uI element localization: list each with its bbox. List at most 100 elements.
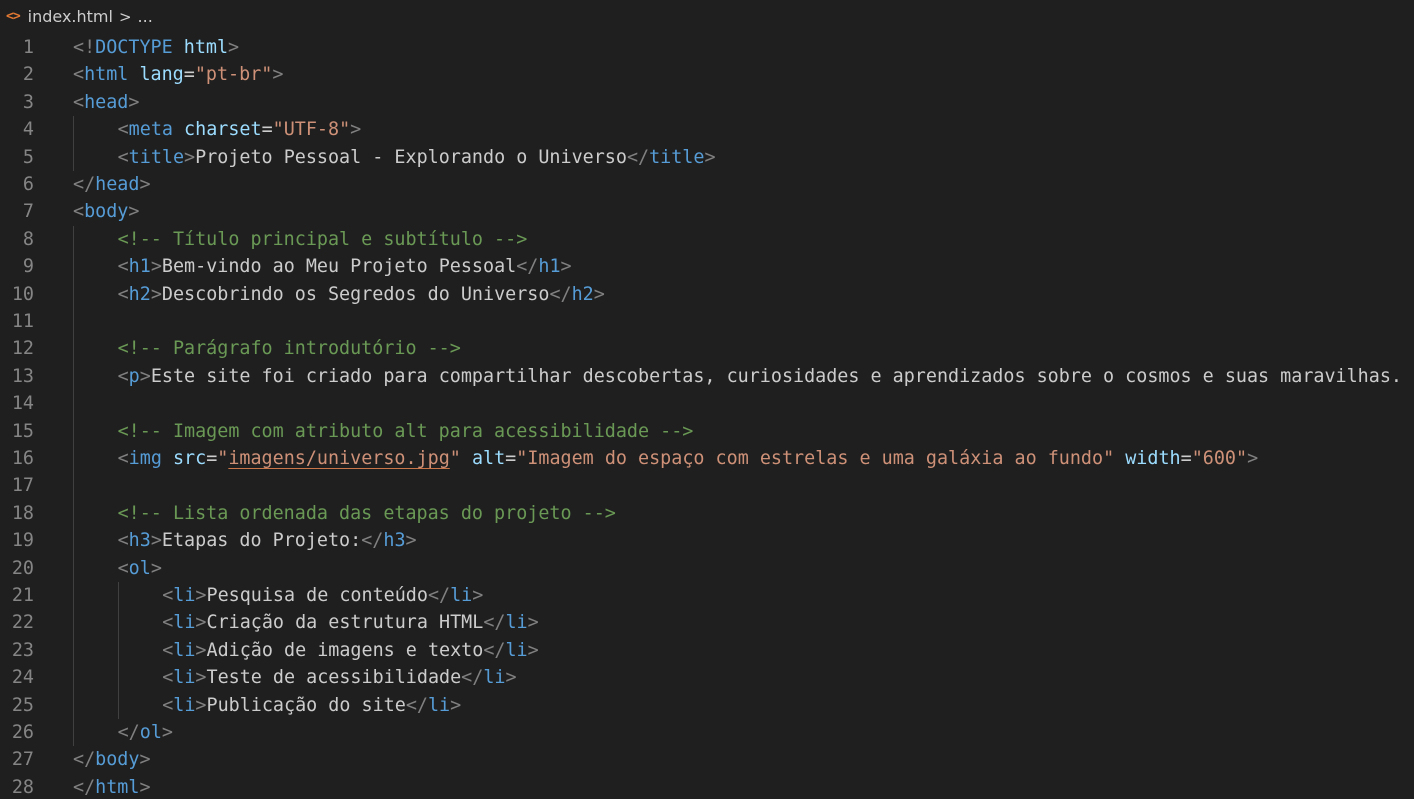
code-line[interactable]: 13 <p>Este site foi criado para compartil… bbox=[0, 362, 1414, 391]
indent-guide bbox=[73, 253, 74, 281]
code-punctuation: > bbox=[405, 530, 417, 552]
line-number: 15 bbox=[11, 420, 34, 442]
code-punctuation: > bbox=[593, 283, 605, 305]
indent-guide bbox=[117, 609, 119, 637]
code-line[interactable]: 18 <!-- Lista ordenada das etapas do proj… bbox=[0, 499, 1414, 528]
code-punctuation: > bbox=[195, 639, 207, 661]
code-punctuation: < bbox=[117, 530, 129, 552]
code-punctuation: > bbox=[139, 749, 151, 771]
code-line[interactable]: 25 <li>Publicação do site</li> bbox=[0, 691, 1414, 719]
code-punctuation: </ bbox=[405, 694, 428, 716]
code-content: <li>Criação da estrutura HTML</li> bbox=[162, 609, 539, 636]
code-punctuation: </ bbox=[461, 667, 484, 689]
code-punctuation: </ bbox=[483, 612, 506, 634]
indent-guide bbox=[117, 691, 119, 719]
code-line[interactable]: 15 <!-- Imagem com atributo alt para aces… bbox=[0, 417, 1414, 445]
indent-guide bbox=[73, 582, 74, 610]
code-line[interactable]: 4 <meta charset="UTF-8"> bbox=[0, 116, 1414, 144]
code-line[interactable]: 8 <!-- Título principal e subtítulo --> bbox=[0, 225, 1414, 254]
code-text: = bbox=[261, 119, 273, 141]
code-content: <h1>Bem-vindo ao Meu Projeto Pessoal</h1… bbox=[118, 253, 572, 280]
code-line[interactable]: 9 <h1>Bem-vindo ao Meu Projeto Pessoal</h… bbox=[0, 253, 1414, 281]
code-punctuation: </ bbox=[361, 530, 384, 552]
code-punctuation: <! bbox=[73, 37, 96, 58]
code-line[interactable]: 10 <h2>Descobrindo os Segredos do Univers… bbox=[0, 280, 1414, 308]
code-punctuation: < bbox=[162, 585, 174, 606]
code-string: "pt-br" bbox=[194, 64, 273, 86]
code-line[interactable]: 19 <h3>Etapas do Projeto:</h3> bbox=[0, 527, 1414, 555]
code-punctuation: </ bbox=[73, 174, 96, 195]
code-punctuation: > bbox=[704, 146, 716, 168]
indent-guide bbox=[73, 116, 74, 144]
code-text: Publicação do site bbox=[206, 694, 406, 716]
code-line[interactable]: 21 <li>Pesquisa de conteúdo</li> bbox=[0, 582, 1414, 610]
code-line[interactable]: 28 </html> bbox=[0, 774, 1414, 799]
code-line[interactable]: 26 </ol> bbox=[0, 719, 1414, 747]
code-line[interactable]: 7 <body> bbox=[0, 198, 1414, 225]
code-text: Teste de acessibilidade bbox=[206, 667, 462, 689]
code-tag: DOCTYPE bbox=[95, 37, 173, 58]
code-content: <html lang="pt-br"> bbox=[73, 61, 283, 88]
code-line[interactable]: 16 <img src="imagens/universo.jpg" alt="I… bbox=[0, 445, 1414, 473]
code-line[interactable]: 5 <title>Projeto Pessoal - Explorando o U… bbox=[0, 143, 1414, 171]
code-line[interactable]: 6 </head> bbox=[0, 171, 1414, 198]
code-tag: li bbox=[173, 694, 196, 716]
code-line[interactable]: 20 <ol> bbox=[0, 554, 1414, 582]
code-content: <h2>Descobrindo os Segredos do Universo<… bbox=[118, 281, 605, 308]
indent-guide bbox=[73, 691, 74, 719]
code-punctuation: > bbox=[150, 283, 162, 305]
code-line[interactable]: 11 bbox=[0, 308, 1414, 336]
code-attribute: alt bbox=[471, 448, 506, 469]
code-line[interactable]: 17 bbox=[0, 472, 1414, 500]
code-line[interactable]: 1 <!DOCTYPE html> bbox=[0, 34, 1414, 61]
code-punctuation: < bbox=[162, 694, 174, 716]
code-tag: head bbox=[95, 174, 140, 195]
code-line[interactable]: 23 <li>Adição de imagens e texto</li> bbox=[0, 636, 1414, 665]
breadcrumb-file-name[interactable]: index.html bbox=[28, 7, 113, 26]
code-string: "600" bbox=[1191, 448, 1248, 469]
line-number: 7 bbox=[22, 201, 34, 223]
line-number: 26 bbox=[11, 722, 34, 743]
breadcrumb-symbols[interactable]: ... bbox=[138, 7, 153, 26]
code-content: <li>Pesquisa de conteúdo</li> bbox=[162, 582, 483, 609]
code-link[interactable]: imagens/universo.jpg bbox=[228, 448, 449, 469]
html-file-icon: <> bbox=[6, 9, 21, 24]
code-content: <ol> bbox=[118, 555, 162, 582]
code-content: <li>Teste de acessibilidade</li> bbox=[162, 664, 516, 691]
code-text: = bbox=[206, 448, 218, 469]
code-content: <!-- Imagem com atributo alt para acessi… bbox=[118, 418, 694, 445]
code-content: <title>Projeto Pessoal - Explorando o Un… bbox=[118, 144, 716, 171]
chevron-right-icon: > bbox=[118, 7, 132, 26]
code-content: </body> bbox=[73, 746, 151, 773]
code-tag: li bbox=[505, 639, 528, 661]
code-line[interactable]: 2 <html lang="pt-br"> bbox=[0, 61, 1414, 88]
line-number: 3 bbox=[22, 91, 34, 113]
code-text: Pesquisa de conteúdo bbox=[206, 585, 428, 606]
code-punctuation: > bbox=[139, 174, 151, 195]
code-punctuation: < bbox=[162, 667, 174, 689]
code-content: </html> bbox=[73, 774, 151, 799]
code-line[interactable]: 3 <head> bbox=[0, 89, 1414, 116]
code-punctuation: > bbox=[195, 667, 207, 689]
code-line[interactable]: 24 <li>Teste de acessibilidade</li> bbox=[0, 664, 1414, 692]
code-punctuation: > bbox=[350, 119, 362, 141]
code-text: Etapas do Projeto: bbox=[161, 530, 362, 552]
code-punctuation: </ bbox=[117, 722, 140, 743]
code-text: = bbox=[1180, 448, 1192, 469]
code-punctuation: </ bbox=[626, 146, 650, 168]
code-text: = bbox=[183, 64, 195, 86]
code-line[interactable]: 12 <!-- Parágrafo introdutório --> bbox=[0, 335, 1414, 363]
indent-guide bbox=[73, 527, 74, 555]
code-tag: h1 bbox=[538, 256, 561, 278]
code-editor[interactable]: 1 <!DOCTYPE html> 2 <html lang="pt-br"> 3 <he… bbox=[0, 33, 1414, 799]
code-content: <!-- Parágrafo introdutório --> bbox=[118, 335, 461, 362]
code-text: Criação da estrutura HTML bbox=[206, 612, 484, 634]
code-line[interactable]: 27 </body> bbox=[0, 746, 1414, 773]
code-punctuation: > bbox=[472, 585, 484, 606]
code-tag: body bbox=[84, 201, 129, 223]
code-line[interactable]: 22 <li>Criação da estrutura HTML</li> bbox=[0, 609, 1414, 637]
code-line[interactable]: 14 bbox=[0, 390, 1414, 418]
